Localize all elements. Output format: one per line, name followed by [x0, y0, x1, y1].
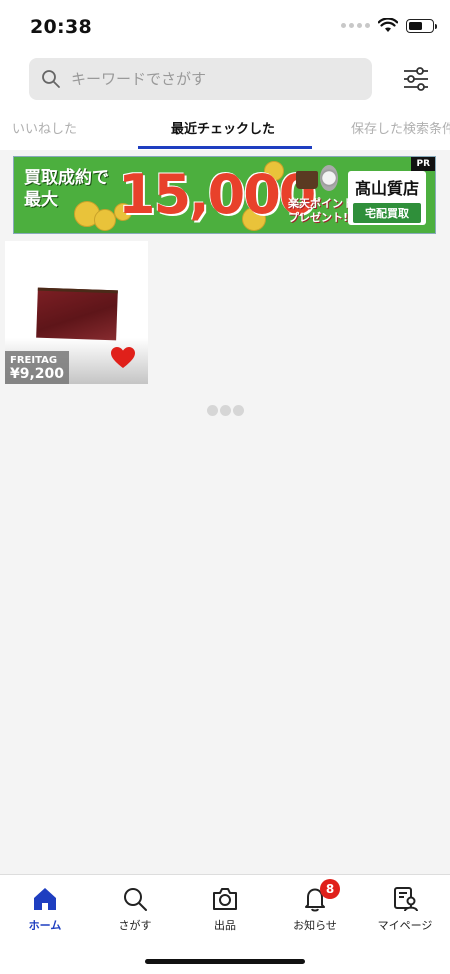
banner-headline: 買取成約で 最大: [24, 167, 109, 211]
product-image: [36, 287, 118, 341]
pr-badge: PR: [411, 157, 435, 171]
banner-amount: 15,000: [118, 163, 316, 226]
filter-icon[interactable]: [401, 64, 431, 94]
nav-sell-label: 出品: [214, 919, 236, 932]
watch-image: [320, 165, 338, 191]
tab-saved-searches[interactable]: 保存した検索条件: [351, 118, 450, 137]
loading-indicator: [207, 405, 244, 416]
banner-brand-box: 髙山質店 宅配買取: [348, 171, 426, 225]
product-brand: FREITAG: [10, 355, 58, 366]
nav-mypage[interactable]: マイページ: [360, 885, 450, 933]
nav-home[interactable]: ホーム: [0, 885, 90, 933]
nav-search[interactable]: さがす: [90, 885, 180, 933]
banner-line1: 買取成約で: [24, 168, 109, 188]
search-input[interactable]: [71, 70, 351, 88]
banner-points-text: 楽天ポイント プレゼント!: [288, 197, 354, 225]
signal-icon: [341, 23, 370, 28]
nav-mypage-label: マイページ: [377, 919, 433, 932]
nav-notifications[interactable]: 8 お知らせ: [270, 879, 360, 933]
tab-liked[interactable]: いいねした: [12, 118, 77, 137]
status-time: 20:38: [30, 16, 92, 38]
status-bar: 20:38: [0, 0, 450, 54]
banner-points-line1: 楽天ポイント: [288, 197, 354, 210]
product-price: ¥9,200: [10, 366, 65, 382]
nav-search-label: さがす: [118, 919, 152, 932]
home-indicator: [145, 959, 305, 964]
status-icons: [341, 18, 437, 33]
nav-home-label: ホーム: [28, 919, 62, 932]
search-bar[interactable]: [29, 58, 372, 100]
ad-banner[interactable]: 買取成約で 最大 15,000 楽天ポイント プレゼント! 髙山質店 宅配買取 …: [13, 156, 436, 234]
notification-badge: 8: [320, 879, 340, 899]
bag-image: [296, 171, 318, 189]
mypage-icon: [394, 887, 418, 912]
banner-brand-sub: 宅配買取: [353, 203, 421, 223]
banner-brand-name: 髙山質店: [354, 179, 419, 198]
header-area: 20:38 いいねした 最近チェックした 保存した検索条件: [0, 0, 450, 150]
product-card[interactable]: FREITAG ¥9,200: [5, 241, 148, 384]
nav-notifications-label: お知らせ: [293, 919, 337, 932]
home-icon: [34, 888, 56, 910]
tab-active-indicator: [138, 146, 312, 149]
search-icon: [124, 888, 147, 911]
tab-recently-viewed[interactable]: 最近チェックした: [171, 118, 275, 137]
price-tag: FREITAG ¥9,200: [5, 351, 70, 384]
nav-sell[interactable]: 出品: [180, 885, 270, 933]
battery-icon: [406, 18, 437, 33]
banner-points-line2: プレゼント!: [288, 211, 349, 224]
wifi-icon: [378, 18, 398, 32]
tab-bar: いいねした 最近チェックした 保存した検索条件: [0, 110, 450, 150]
camera-icon: [213, 888, 237, 910]
heart-icon[interactable]: [110, 346, 136, 370]
banner-line2: 最大: [24, 190, 58, 210]
search-icon: [42, 70, 60, 88]
